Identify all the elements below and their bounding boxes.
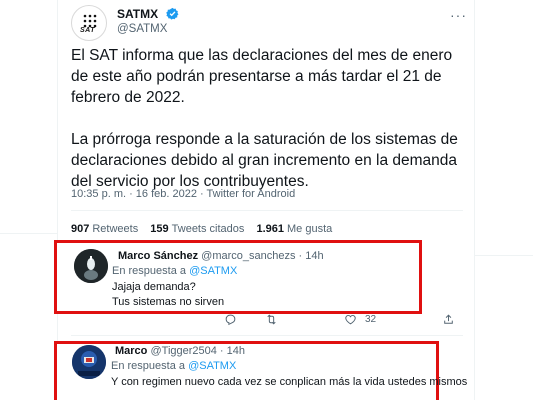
sat-logo-text: SAT bbox=[80, 27, 95, 34]
replying-to-mention[interactable]: @SATMX bbox=[189, 265, 237, 277]
reply-action[interactable] bbox=[224, 313, 237, 326]
share-icon bbox=[444, 314, 453, 324]
reply-avatar[interactable] bbox=[74, 249, 108, 283]
replying-to-prefix: En respuesta a bbox=[111, 360, 189, 372]
avatar-image-icon bbox=[74, 249, 108, 283]
sat-avatar[interactable]: SAT bbox=[71, 5, 107, 41]
like-action[interactable]: 32 bbox=[344, 313, 376, 326]
reply-author-name: Marco bbox=[115, 345, 148, 357]
tweet-paragraph-1: El SAT informa que las declaraciones del… bbox=[71, 47, 453, 106]
reply-author[interactable]: Marco @Tigger2504 · 14h bbox=[115, 345, 245, 357]
tweet-header: SAT SATMX @SATMX ··· bbox=[71, 5, 471, 41]
tweet-paragraph-2: La prórroga responde a la saturación de … bbox=[71, 131, 458, 190]
quotes-label: Tweets citados bbox=[171, 223, 245, 235]
share-action[interactable] bbox=[442, 313, 455, 326]
tweet-timestamp[interactable]: 10:35 p. m. · 16 feb. 2022 · Twitter for… bbox=[71, 188, 295, 200]
reply-author-handle: @Tigger2504 · 14h bbox=[150, 345, 246, 357]
tweet-thread-panel: SAT SATMX @SATMX ··· El SAT informa que … bbox=[57, 0, 475, 400]
reply-text-line: Tus sistemas no sirven bbox=[112, 296, 225, 308]
reply-text: Jajaja demanda? Tus sistemas no sirven bbox=[112, 280, 224, 310]
avatar-image-icon bbox=[72, 345, 106, 379]
retweets-count: 907 bbox=[71, 223, 90, 235]
divider bbox=[0, 233, 57, 234]
replying-to: En respuesta a @SATMX bbox=[111, 360, 236, 372]
reply-like-count: 32 bbox=[365, 314, 377, 325]
replying-to: En respuesta a @SATMX bbox=[112, 265, 237, 277]
likes-label: Me gusta bbox=[287, 223, 333, 235]
reply-text-line: Jajaja demanda? bbox=[112, 281, 196, 293]
retweets-label: Retweets bbox=[92, 223, 139, 235]
reply-author[interactable]: Marco Sánchez @marco_sanchezs · 14h bbox=[118, 250, 324, 262]
highlighted-reply-2[interactable]: Marco @Tigger2504 · 14h En respuesta a @… bbox=[54, 341, 467, 400]
reply-text-line: Y con regimen nuevo cada vez se conplica… bbox=[111, 376, 468, 388]
author-handle[interactable]: @SATMX bbox=[117, 23, 167, 35]
author-name[interactable]: SATMX bbox=[117, 7, 158, 21]
retweets-stat[interactable]: 907 Retweets bbox=[71, 223, 138, 235]
reply-text: Y con regimen nuevo cada vez se conplica… bbox=[111, 375, 467, 390]
divider bbox=[475, 255, 533, 256]
replying-to-mention[interactable]: @SATMX bbox=[188, 360, 236, 372]
reply-icon bbox=[225, 314, 236, 326]
more-options-icon[interactable]: ··· bbox=[450, 7, 467, 23]
highlighted-reply-1[interactable]: Marco Sánchez @marco_sanchezs · 14h En r… bbox=[54, 240, 422, 314]
reply-avatar[interactable] bbox=[72, 345, 106, 379]
quotes-stat[interactable]: 159 Tweets citados bbox=[150, 223, 244, 235]
tweet-stats: 907 Retweets 159 Tweets citados 1.961 Me gu… bbox=[71, 223, 341, 235]
like-icon bbox=[345, 314, 356, 325]
reply-author-handle: @marco_sanchezs · 14h bbox=[201, 250, 324, 262]
divider bbox=[71, 335, 463, 336]
reply-author-name: Marco Sánchez bbox=[118, 250, 199, 262]
reply-actions-bar: 32 bbox=[224, 313, 464, 329]
retweet-action[interactable] bbox=[265, 313, 278, 326]
verified-badge-icon bbox=[166, 7, 179, 20]
likes-count: 1.961 bbox=[256, 223, 284, 235]
replying-to-prefix: En respuesta a bbox=[112, 265, 190, 277]
divider bbox=[71, 210, 463, 211]
retweet-icon bbox=[267, 314, 276, 325]
likes-stat[interactable]: 1.961 Me gusta bbox=[256, 223, 332, 235]
quotes-count: 159 bbox=[150, 223, 169, 235]
